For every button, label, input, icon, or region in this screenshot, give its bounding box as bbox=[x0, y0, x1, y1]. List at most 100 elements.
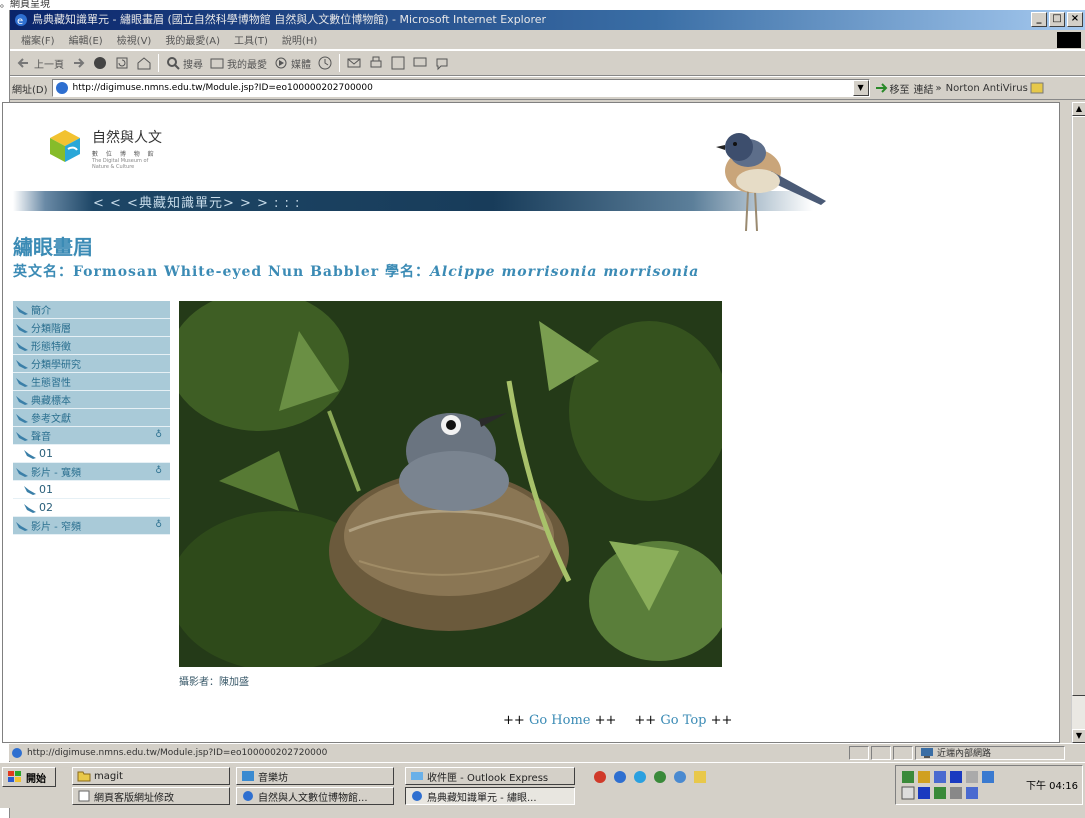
menu-edit[interactable]: 編輯(E) bbox=[62, 32, 110, 47]
minimize-button[interactable]: _ bbox=[1031, 12, 1047, 27]
expand-arrow-icon[interactable]: ♁ bbox=[155, 520, 162, 530]
nav-item-intro[interactable]: 簡介 bbox=[13, 301, 170, 319]
nav-label: 簡介 bbox=[31, 306, 51, 317]
bird-bullet-icon bbox=[16, 431, 28, 441]
standard-toolbar: 上一頁 搜尋 我的最愛 媒體 bbox=[10, 50, 1085, 76]
media-button[interactable]: 媒體 bbox=[273, 55, 311, 71]
taskbar-label: 自然與人文數位博物館... bbox=[258, 792, 368, 804]
ie-icon: e bbox=[15, 14, 27, 27]
music-app-icon bbox=[242, 771, 254, 781]
back-button[interactable]: 上一頁 bbox=[16, 55, 64, 71]
logo-title: 自然與人文 bbox=[92, 130, 162, 146]
nav-subitem-video-01[interactable]: 01 bbox=[13, 481, 170, 499]
nav-item-specimens[interactable]: 典藏標本 bbox=[13, 391, 170, 409]
favorites-button[interactable]: 我的最愛 bbox=[209, 55, 267, 71]
plus-decoration: ++ bbox=[634, 713, 657, 728]
toolbar-separator bbox=[339, 54, 340, 72]
taskbar-item-magit[interactable]: magit bbox=[72, 767, 230, 785]
menu-file[interactable]: 檔案(F) bbox=[14, 32, 62, 47]
mail-icon[interactable] bbox=[346, 55, 362, 71]
address-label: 網址(D) bbox=[12, 84, 48, 96]
forward-arrow-icon[interactable] bbox=[70, 55, 86, 71]
quick-launch-icons[interactable] bbox=[592, 769, 742, 785]
system-tray: 下午 04:16 bbox=[895, 765, 1083, 805]
taskbar-item-museum[interactable]: 自然與人文數位博物館... bbox=[236, 787, 394, 805]
nav-item-video-broadband[interactable]: 影片 - 寬頻 ♁ bbox=[13, 463, 170, 481]
home-icon[interactable] bbox=[136, 55, 152, 71]
back-label: 上一頁 bbox=[34, 59, 64, 71]
maximize-button[interactable]: □ bbox=[1049, 12, 1065, 27]
taskbar-item-web-edit[interactable]: 網頁客版網址修改 bbox=[72, 787, 230, 805]
search-label: 搜尋 bbox=[183, 59, 203, 71]
search-button[interactable]: 搜尋 bbox=[165, 55, 203, 71]
taskbar-item-bird-page[interactable]: 鳥典藏知識單元 - 繡眼... bbox=[405, 787, 575, 805]
nav-label: 影片 - 窄頻 bbox=[31, 522, 81, 533]
close-button[interactable]: × bbox=[1067, 12, 1083, 27]
norton-label: Norton AntiVirus bbox=[945, 82, 1028, 94]
nav-item-sound[interactable]: 聲音 ♁ bbox=[13, 427, 170, 445]
expand-arrow-icon[interactable]: ♁ bbox=[155, 466, 162, 476]
nav-item-morphology[interactable]: 形態特徵 bbox=[13, 337, 170, 355]
scroll-up-icon[interactable]: ▲ bbox=[1072, 102, 1085, 116]
bird-bullet-icon bbox=[16, 521, 28, 531]
intranet-zone-icon bbox=[921, 747, 933, 758]
go-button[interactable]: 移至 bbox=[874, 81, 910, 96]
nav-item-video-narrowband[interactable]: 影片 - 窄頻 ♁ bbox=[13, 517, 170, 535]
status-bar: http://digimuse.nmns.edu.tw/Module.jsp?I… bbox=[9, 743, 1085, 761]
taskbar-label: magit bbox=[94, 770, 123, 782]
status-cell bbox=[849, 745, 869, 760]
taskbar-item-outlook[interactable]: 收件匣 - Outlook Express bbox=[405, 767, 575, 785]
bird-bullet-icon bbox=[16, 395, 28, 405]
title-bar[interactable]: e 鳥典藏知識單元 - 繡眼畫眉 (國立自然科學博物館 自然與人文數位博物館) … bbox=[10, 10, 1085, 30]
english-name: Formosan White-eyed Nun Babbler bbox=[73, 264, 380, 280]
edit-icon[interactable] bbox=[390, 55, 406, 71]
ie-icon bbox=[243, 791, 253, 801]
nav-item-taxonomy-research[interactable]: 分類學研究 bbox=[13, 355, 170, 373]
nav-item-references[interactable]: 參考文獻 bbox=[13, 409, 170, 427]
norton-antivirus-button[interactable]: Norton AntiVirus bbox=[946, 82, 1044, 94]
bird-bullet-icon bbox=[16, 341, 28, 351]
nav-item-classification[interactable]: 分類階層 bbox=[13, 319, 170, 337]
nav-label: 分類學研究 bbox=[31, 360, 81, 371]
address-input[interactable]: http://digimuse.nmns.edu.tw/Module.jsp?I… bbox=[51, 79, 870, 97]
links-more: » bbox=[935, 82, 942, 94]
scroll-down-icon[interactable]: ▼ bbox=[1072, 729, 1085, 743]
taskbar-label: 網頁客版網址修改 bbox=[94, 792, 174, 804]
menu-tools[interactable]: 工具(T) bbox=[227, 32, 275, 47]
history-icon[interactable] bbox=[317, 55, 333, 71]
nav-subitem-video-02[interactable]: 02 bbox=[13, 499, 170, 517]
messenger-icon[interactable] bbox=[434, 55, 450, 71]
expand-arrow-icon[interactable]: ♁ bbox=[155, 430, 162, 440]
start-button[interactable]: 開始 bbox=[2, 767, 56, 787]
scroll-thumb[interactable] bbox=[1072, 116, 1085, 696]
bird-nest-photo bbox=[179, 301, 722, 667]
refresh-icon[interactable] bbox=[114, 55, 130, 71]
discuss-icon[interactable] bbox=[412, 55, 428, 71]
go-top-link[interactable]: Go Top bbox=[660, 713, 706, 728]
vertical-scrollbar[interactable]: ▲ ▼ bbox=[1071, 102, 1085, 743]
status-cell bbox=[893, 745, 913, 760]
go-home-link[interactable]: Go Home bbox=[529, 713, 591, 728]
zone-label: 近端內部網路 bbox=[937, 749, 992, 759]
nav-label: 典藏標本 bbox=[31, 396, 71, 407]
clock[interactable]: 下午 04:16 bbox=[1026, 777, 1078, 792]
page-icon bbox=[12, 747, 22, 758]
media-icon bbox=[275, 57, 287, 69]
status-cell bbox=[871, 745, 891, 760]
menu-help[interactable]: 說明(H) bbox=[275, 32, 324, 47]
stop-icon[interactable] bbox=[92, 55, 108, 71]
taskbar-item-music[interactable]: 音樂坊 bbox=[236, 767, 394, 785]
nav-item-ecology[interactable]: 生態習性 bbox=[13, 373, 170, 391]
tray-icons[interactable] bbox=[900, 769, 1020, 803]
nav-subitem-sound-01[interactable]: 01 bbox=[13, 445, 170, 463]
menu-favorites[interactable]: 我的最愛(A) bbox=[158, 32, 227, 47]
banner-text: < < <典藏知識單元> > > : : : bbox=[93, 196, 301, 211]
robin-bird-illustration bbox=[716, 133, 826, 232]
species-title: 繡眼畫眉 bbox=[13, 235, 93, 259]
address-dropdown[interactable]: ▼ bbox=[852, 80, 869, 96]
print-icon[interactable] bbox=[368, 55, 384, 71]
menu-view[interactable]: 檢視(V) bbox=[110, 32, 159, 47]
site-logo[interactable]: 自然與人文 數 位 博 物 館 The Digital Museum of Na… bbox=[46, 127, 162, 170]
links-button[interactable]: 連結 » bbox=[914, 81, 942, 96]
document-icon bbox=[78, 790, 90, 802]
